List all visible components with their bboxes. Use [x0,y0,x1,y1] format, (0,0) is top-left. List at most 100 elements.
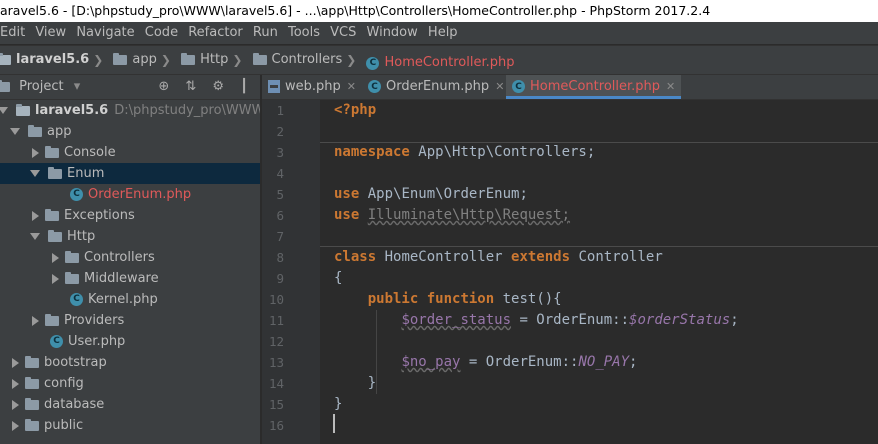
keyword: public [367,291,419,307]
collapse-arrow-icon[interactable] [52,273,59,284]
menu-run[interactable]: Run [253,22,282,44]
tree-item-kernel[interactable]: C Kernel.php [0,289,260,310]
expand-arrow-icon[interactable] [30,170,40,177]
close-icon[interactable]: ✕ [347,80,356,93]
tree-item-middleware[interactable]: Middleware [0,268,260,289]
chevron-right-icon: ❯ [346,53,357,67]
menu-code[interactable]: Code [145,22,182,44]
menu-tools[interactable]: Tools [288,22,324,44]
tree-item-http[interactable]: Http [0,226,260,247]
chevron-down-icon[interactable]: ▾ [74,79,81,94]
tree-item-label: laravel5.6 [35,103,109,118]
line-number: 16 [268,418,284,433]
tree-item-laravel5-6[interactable]: laravel5.6 D:\phpstudy_pro\WWW\larav [0,100,260,121]
menu-refactor[interactable]: Refactor [188,22,247,44]
tree-item-config[interactable]: config [0,373,260,394]
keyword: function [426,291,495,307]
semicolon: ; [629,354,638,370]
tree-item-enum[interactable]: Enum [0,163,260,184]
line-number: 9 [276,271,284,286]
code-line-13: $no_pay = OrderEnum::NO_PAY; [334,352,637,373]
code-line-11: $order_status = OrderEnum::$orderStatus; [334,310,738,331]
expand-arrow-icon[interactable] [10,128,20,135]
tree-item-exceptions[interactable]: Exceptions [0,205,260,226]
tab-label: OrderEnum.php [386,79,490,94]
folder-icon [25,355,39,368]
tab-label: web.php [285,79,341,94]
collapse-arrow-icon[interactable] [12,378,19,389]
tree-item-label: Http [67,229,96,244]
tab-orderenum-php[interactable]: C OrderEnum.php ✕ [362,75,510,99]
tree-item-providers[interactable]: Providers [0,310,260,331]
tree-item-label: Exceptions [64,208,135,223]
code-line-10: public function test(){ [334,289,562,310]
close-icon[interactable]: ✕ [666,80,675,93]
close-icon[interactable]: ✕ [495,80,504,93]
folder-icon [65,271,79,284]
folder-icon [28,124,42,137]
tree-item-orderenum[interactable]: C OrderEnum.php [0,184,260,205]
line-number: 1 [276,103,284,118]
tree-item-database[interactable]: database [0,394,260,415]
menu-navigate[interactable]: Navigate [76,22,138,44]
tree-item-controllers[interactable]: Controllers [0,247,260,268]
tree-item-public[interactable]: public [0,415,260,436]
tree-item-console[interactable]: Console [0,142,260,163]
tree-item-bootstrap[interactable]: bootstrap [0,352,260,373]
breadcrumb-project[interactable]: laravel5.6 ❯ [0,46,107,74]
tab-homecontroller-php[interactable]: C HomeController.php ✕ [506,75,682,99]
tree-item-label: database [44,397,105,412]
tree-item-user[interactable]: C User.php [0,331,260,352]
menu-window[interactable]: Window [367,22,422,44]
menu-help[interactable]: Help [428,22,462,44]
collapse-arrow-icon[interactable] [12,399,19,410]
collapse-arrow-icon[interactable] [52,252,59,263]
editor-gutter[interactable]: 1 2 3 4 5 6 7 8 9 10 11 12 13 14 15 16 [262,100,330,444]
breadcrumb-app[interactable]: app ❯ [113,46,175,74]
expand-arrow-icon[interactable] [0,107,8,114]
expand-arrow-icon[interactable] [30,233,40,240]
collapse-arrow-icon[interactable] [32,315,39,326]
code-editor[interactable]: <?php namespace App\Http\Controllers; us… [320,100,878,444]
chevron-right-icon: ❯ [93,53,104,67]
code-line-5: use App\Enum\OrderEnum; [334,184,528,205]
class-icon: C [366,56,380,70]
project-panel-tools[interactable]: ⊕ ⇅ ⚙ ┃ [158,75,254,99]
brace: } [334,396,343,412]
keyword: class [334,249,377,265]
menu-view[interactable]: View [35,22,70,44]
collapse-arrow-icon[interactable] [12,357,19,368]
tree-item-label: bootstrap [44,355,107,370]
collapse-arrow-icon[interactable] [12,420,19,431]
collapse-arrow-icon[interactable] [32,147,39,158]
breadcrumb-homecontroller[interactable]: C HomeController.php [366,49,515,77]
code-line-9: { [334,268,342,289]
variable: $no_pay [401,354,461,370]
project-tree[interactable]: laravel5.6D:\phpstudy_pro\WWW\larav app … [0,100,260,444]
project-folder-icon [16,103,30,116]
tree-item-app[interactable]: app [0,121,260,142]
line-number: 11 [268,313,284,328]
tab-web-php[interactable]: web.php ✕ [262,75,362,99]
keyword: use [334,207,360,223]
tree-item-label: config [44,376,84,391]
folder-icon [25,397,39,410]
class-icon: C [70,188,83,201]
project-panel-title[interactable]: Project [19,79,63,94]
breadcrumb-label: Http [200,52,229,67]
breadcrumb-http[interactable]: Http ❯ [181,46,246,74]
line-number: 2 [276,124,284,139]
line-number: 10 [268,292,284,307]
menu-edit[interactable]: Edit [0,22,29,44]
collapse-arrow-icon[interactable] [32,210,39,221]
folder-icon [113,53,128,65]
editor-tab-bar: web.php ✕ C OrderEnum.php ✕ C HomeController… [262,75,878,100]
code-line-6: use Illuminate\Http\Request; [334,205,570,226]
line-number: 12 [268,334,284,349]
line-number: 15 [268,397,284,412]
tab-label: HomeController.php [530,79,661,94]
class-name: HomeController [376,249,512,265]
menu-vcs[interactable]: VCS [330,22,360,44]
breadcrumb-controllers[interactable]: Controllers ❯ [252,46,361,74]
line-number: 5 [276,187,284,202]
